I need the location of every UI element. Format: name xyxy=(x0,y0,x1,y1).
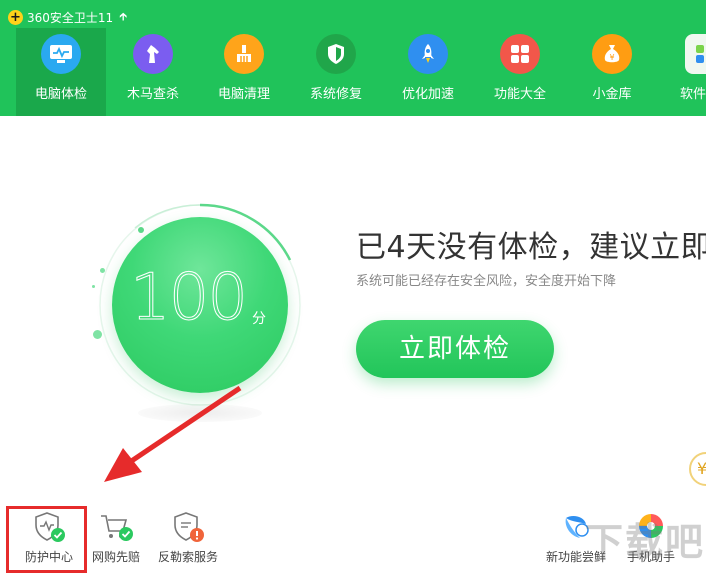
tab-system-repair[interactable]: 系统修复 xyxy=(291,28,381,116)
broom-icon xyxy=(224,34,264,74)
rocket-icon xyxy=(408,34,448,74)
score-value: 100 xyxy=(129,261,248,336)
tab-label: 木马查杀 xyxy=(126,87,179,102)
tab-label: 优化加速 xyxy=(401,87,454,102)
tab-speed-up[interactable]: 优化加速 xyxy=(383,28,473,116)
svg-text:¥: ¥ xyxy=(609,53,614,62)
score-unit: 分 xyxy=(252,311,266,327)
tab-label: 软件 xyxy=(680,87,706,102)
tab-computer-check[interactable]: 电脑体检 xyxy=(16,28,106,116)
tab-treasury[interactable]: ¥ 小金库 xyxy=(567,28,657,116)
shield-icon xyxy=(316,34,356,74)
grid-icon xyxy=(500,34,540,74)
tab-label: 小金库 xyxy=(592,87,632,102)
check-now-button[interactable]: 立即体检 xyxy=(356,320,554,378)
anti-ransom-button[interactable]: 反勒索服务 xyxy=(148,510,228,570)
tool-label: 网购先赔 xyxy=(91,550,140,564)
window-title: 360安全卫士11 xyxy=(27,10,114,25)
money-bag-icon: ¥ xyxy=(592,34,632,74)
annotation-highlight-box xyxy=(6,506,87,573)
software-icon xyxy=(685,34,706,74)
annotation-arrow xyxy=(104,385,242,482)
tab-label: 功能大全 xyxy=(493,87,546,102)
decor-dot xyxy=(100,268,105,273)
tab-label: 系统修复 xyxy=(309,87,362,102)
tab-all-features[interactable]: 功能大全 xyxy=(475,28,565,116)
risk-warning-text: 系统可能已经存在安全风险，安全度开始下降 xyxy=(356,274,617,289)
shopping-cart-icon xyxy=(101,515,133,541)
top-header: + 360安全卫士11 🡱 电脑体检 木马查杀 电脑清理 系统修复 优化加速 功… xyxy=(0,0,706,116)
check-reminder-headline: 已4天没有体检，建议立即体检 xyxy=(356,230,706,265)
upgrade-arrow-icon[interactable]: 🡱 xyxy=(119,8,127,27)
title-bar: + 360安全卫士11 🡱 xyxy=(8,8,127,26)
anti-ransom-icon xyxy=(174,512,204,542)
app-logo-icon: + xyxy=(8,9,23,25)
tab-software[interactable]: 软件 xyxy=(658,28,706,116)
tab-trojan-scan[interactable]: 木马查杀 xyxy=(108,28,198,116)
monitor-icon xyxy=(41,34,81,74)
watermark: 下载吧 xyxy=(585,520,706,564)
tab-label: 电脑体检 xyxy=(34,87,87,102)
decor-dot xyxy=(92,285,95,288)
horse-icon xyxy=(133,34,173,74)
tab-cleanup[interactable]: 电脑清理 xyxy=(199,28,289,116)
shopping-compensation-button[interactable]: 网购先赔 xyxy=(76,510,156,570)
side-float-icon[interactable]: ¥ xyxy=(689,452,706,486)
tool-label: 反勒索服务 xyxy=(157,550,218,564)
decor-dot xyxy=(93,330,102,339)
tab-label: 电脑清理 xyxy=(217,87,270,102)
